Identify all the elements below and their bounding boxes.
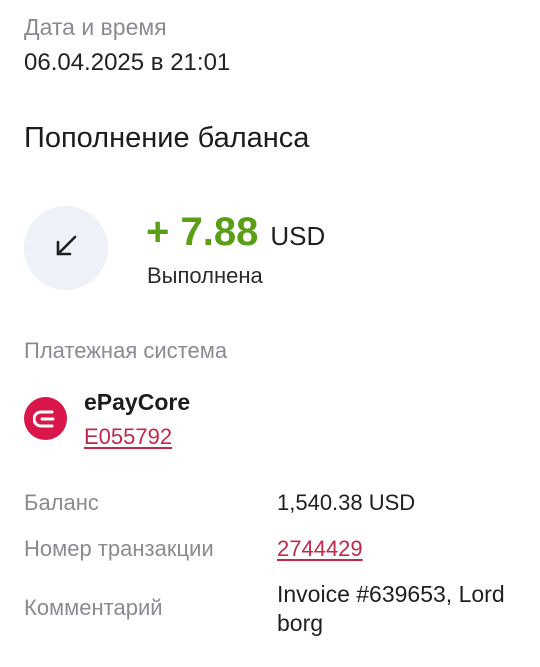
- direction-icon-badge: [24, 206, 108, 290]
- comment-value: Invoice #639653, Lord borg: [277, 581, 505, 636]
- payment-system-account-link[interactable]: E055792: [84, 423, 172, 451]
- datetime-value: 06.04.2025 в 21:01: [24, 49, 231, 76]
- amount-value: + 7.88: [146, 210, 259, 254]
- payment-system-label: Платежная система: [24, 338, 228, 363]
- epaycore-logo-icon: [24, 397, 67, 440]
- payment-system-name: ePayCore: [84, 389, 191, 415]
- balance-label: Баланс: [24, 490, 99, 515]
- comment-label: Комментарий: [24, 595, 163, 620]
- arrow-down-left-icon: [51, 231, 81, 266]
- datetime-label: Дата и время: [24, 14, 167, 40]
- operation-title: Пополнение баланса: [24, 122, 310, 154]
- amount-row: + 7.88 USD: [146, 208, 325, 256]
- amount-currency: USD: [270, 221, 326, 251]
- operation-status: Выполнена: [147, 263, 263, 288]
- transaction-label: Номер транзакции: [24, 536, 214, 561]
- balance-value: 1,540.38 USD: [277, 490, 416, 515]
- transaction-number-link[interactable]: 2744429: [277, 535, 363, 563]
